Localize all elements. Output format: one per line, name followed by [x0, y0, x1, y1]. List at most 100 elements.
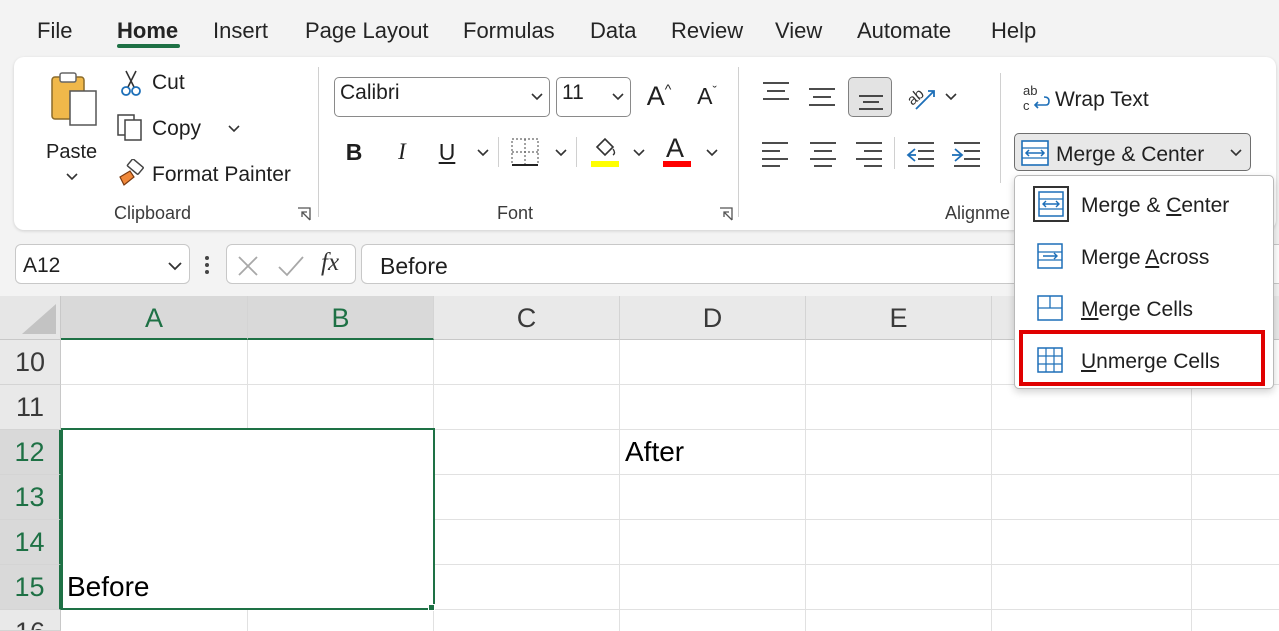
- chevron-down-icon: [168, 262, 182, 271]
- cell-a15[interactable]: Before: [67, 571, 150, 603]
- menu-bar: File Home Insert Page Layout Formulas Da…: [0, 0, 1279, 58]
- name-box[interactable]: A12: [15, 244, 190, 284]
- italic-button[interactable]: I: [389, 139, 415, 173]
- chevron-down-icon[interactable]: [477, 149, 489, 157]
- wrap-text-label: Wrap Text: [1055, 88, 1149, 111]
- row-header-16[interactable]: 16: [0, 610, 61, 631]
- font-family-select[interactable]: Calibri: [334, 77, 550, 117]
- row-header-10[interactable]: 10: [0, 340, 61, 385]
- tab-data[interactable]: Data: [590, 18, 636, 44]
- svg-text:c: c: [1023, 98, 1030, 113]
- font-family-value: Calibri: [340, 81, 400, 104]
- column-header-c[interactable]: C: [434, 296, 620, 340]
- column-header-a[interactable]: A: [61, 296, 248, 340]
- select-all-triangle-icon: [22, 304, 56, 334]
- insert-function-button[interactable]: fx: [321, 249, 339, 277]
- fill-color-icon[interactable]: [589, 135, 619, 169]
- tab-formulas[interactable]: Formulas: [463, 18, 555, 44]
- chevron-down-icon[interactable]: [555, 149, 567, 157]
- wrap-text-button[interactable]: ab c Wrap Text: [1022, 79, 1172, 115]
- decrease-font-size-button[interactable]: Aˇ: [690, 83, 724, 117]
- row-header-15[interactable]: 15: [0, 565, 61, 610]
- increase-font-size-button[interactable]: A^: [642, 81, 676, 115]
- gridline: [805, 340, 806, 631]
- tab-review[interactable]: Review: [671, 18, 743, 44]
- align-center-icon[interactable]: [806, 135, 840, 169]
- tab-file[interactable]: File: [37, 18, 72, 44]
- row-header-12[interactable]: 12: [0, 430, 61, 475]
- column-header-b[interactable]: B: [248, 296, 434, 340]
- tab-automate[interactable]: Automate: [857, 18, 951, 44]
- chevron-down-icon[interactable]: [633, 149, 645, 157]
- wrap-text-icon: ab c: [1023, 83, 1050, 113]
- row-header-13[interactable]: 13: [0, 475, 61, 520]
- scissors-icon: [121, 70, 141, 96]
- underline-button[interactable]: U: [434, 139, 460, 173]
- tab-home[interactable]: Home: [117, 18, 178, 44]
- enter-icon[interactable]: [277, 255, 305, 277]
- increase-indent-icon[interactable]: [950, 135, 984, 169]
- font-color-icon[interactable]: A: [662, 133, 692, 169]
- middle-align-icon[interactable]: [805, 81, 839, 115]
- merge-center-button[interactable]: Merge & Center: [1014, 133, 1251, 171]
- svg-text:ab: ab: [904, 85, 928, 109]
- separator: [498, 137, 499, 167]
- svg-text:A: A: [666, 133, 684, 163]
- font-size-select[interactable]: 11: [556, 77, 631, 117]
- paste-icon: [51, 72, 97, 126]
- select-all-button[interactable]: [0, 296, 61, 340]
- chevron-down-icon[interactable]: [945, 93, 957, 101]
- copy-label: Copy: [152, 117, 202, 140]
- top-align-icon[interactable]: [759, 77, 793, 111]
- format-painter-button[interactable]: Format Painter: [116, 157, 306, 191]
- active-tab-indicator: [117, 44, 180, 48]
- more-options-icon[interactable]: [203, 254, 211, 276]
- align-right-icon[interactable]: [852, 135, 886, 169]
- paste-button[interactable]: Paste: [44, 65, 104, 183]
- gridline: [991, 340, 992, 631]
- chevron-down-icon[interactable]: [706, 149, 718, 157]
- format-painter-icon: [119, 159, 144, 186]
- separator: [894, 137, 895, 169]
- chevron-down-icon: [531, 93, 543, 101]
- decrease-indent-icon[interactable]: [904, 135, 938, 169]
- tab-help[interactable]: Help: [991, 18, 1036, 44]
- separator: [738, 67, 739, 217]
- merge-cells-icon: [1037, 295, 1063, 321]
- borders-icon[interactable]: [510, 137, 540, 167]
- menu-item-merge-across[interactable]: Merge Across: [1015, 230, 1275, 282]
- row-header-14[interactable]: 14: [0, 520, 61, 565]
- chevron-down-icon: [228, 125, 240, 133]
- cell-d12[interactable]: After: [625, 436, 684, 468]
- bold-button[interactable]: B: [341, 139, 367, 173]
- svg-text:ab: ab: [1023, 83, 1037, 98]
- bottom-align-button[interactable]: [848, 77, 892, 117]
- fill-handle[interactable]: [428, 604, 435, 611]
- font-size-value: 11: [562, 81, 584, 104]
- merge-center-icon: [1021, 140, 1049, 166]
- cut-button[interactable]: Cut: [118, 67, 298, 99]
- row-header-11[interactable]: 11: [0, 385, 61, 430]
- paste-label: Paste: [46, 141, 98, 163]
- tab-page-layout[interactable]: Page Layout: [305, 18, 429, 44]
- cancel-icon[interactable]: [237, 255, 259, 277]
- menu-item-label: Merge & Center: [1081, 194, 1230, 217]
- clipboard-launcher-icon[interactable]: [297, 207, 311, 221]
- align-left-icon[interactable]: [758, 135, 792, 169]
- column-header-d[interactable]: D: [620, 296, 806, 340]
- menu-item-merge-center[interactable]: Merge & Center: [1015, 178, 1275, 230]
- separator: [1000, 73, 1001, 183]
- separator: [576, 137, 577, 167]
- orientation-icon[interactable]: ab: [904, 79, 938, 113]
- column-header-e[interactable]: E: [806, 296, 992, 340]
- cut-label: Cut: [152, 71, 185, 94]
- tab-insert[interactable]: Insert: [213, 18, 268, 44]
- gridline: [619, 340, 620, 631]
- merge-across-icon: [1037, 243, 1063, 269]
- tab-view[interactable]: View: [775, 18, 822, 44]
- copy-button[interactable]: Copy: [116, 111, 246, 145]
- menu-item-merge-cells[interactable]: Merge Cells: [1015, 282, 1275, 334]
- bottom-align-icon: [859, 95, 883, 110]
- chevron-down-icon: [612, 93, 624, 101]
- font-launcher-icon[interactable]: [719, 207, 733, 221]
